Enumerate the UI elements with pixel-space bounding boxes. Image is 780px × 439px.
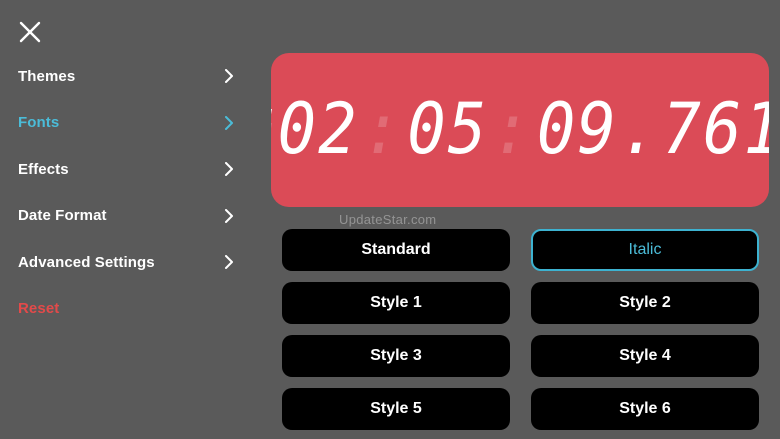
- clock-minutes: 05: [407, 89, 489, 171]
- menu-item-date-format[interactable]: Date Format: [0, 193, 250, 240]
- chevron-right-icon: [225, 162, 233, 177]
- font-options: Standard Italic Style 1 Style 2 Style 3 …: [282, 229, 759, 430]
- chevron-right-icon: [225, 69, 233, 84]
- clock-hours: 02: [277, 89, 359, 171]
- menu-item-themes[interactable]: Themes: [0, 53, 250, 100]
- colon-separator: :: [492, 89, 533, 171]
- reset-label: Reset: [18, 300, 60, 318]
- font-option-style-1[interactable]: Style 1: [282, 282, 510, 324]
- font-option-style-4[interactable]: Style 4: [531, 335, 759, 377]
- menu-item-fonts[interactable]: Fonts: [0, 100, 250, 147]
- colon-separator: :: [362, 89, 404, 171]
- watermark: UpdateStar.com: [339, 212, 437, 227]
- font-option-italic[interactable]: Italic: [531, 229, 759, 271]
- menu-item-reset[interactable]: Reset: [0, 286, 250, 333]
- chevron-right-icon: [225, 255, 233, 270]
- am-indicator: AM: [271, 109, 272, 123]
- clock-milliseconds: 761: [662, 89, 769, 171]
- menu-item-label: Advanced Settings: [18, 253, 155, 271]
- clock-digits: 02:05:09.761: [278, 89, 769, 170]
- font-option-standard[interactable]: Standard: [282, 229, 510, 271]
- clock-seconds: 09: [536, 89, 618, 171]
- menu-item-label: Effects: [18, 160, 69, 178]
- menu-item-effects[interactable]: Effects: [0, 146, 250, 193]
- font-option-style-6[interactable]: Style 6: [531, 388, 759, 430]
- font-option-style-5[interactable]: Style 5: [282, 388, 510, 430]
- close-icon: [19, 21, 41, 43]
- am-pm-indicator: AM PM: [271, 109, 272, 137]
- menu-item-label: Themes: [18, 67, 76, 85]
- font-option-style-3[interactable]: Style 3: [282, 335, 510, 377]
- settings-menu: Themes Fonts Effects Date Format Advance…: [0, 53, 250, 332]
- menu-item-advanced-settings[interactable]: Advanced Settings: [0, 239, 250, 286]
- pm-indicator: PM: [271, 123, 272, 137]
- decimal-point: .: [619, 89, 661, 171]
- menu-item-label: Date Format: [18, 207, 107, 225]
- chevron-right-icon: [225, 208, 233, 223]
- font-option-style-2[interactable]: Style 2: [531, 282, 759, 324]
- close-button[interactable]: [18, 20, 42, 44]
- clock-preview: AM PM 02:05:09.761: [271, 53, 769, 207]
- chevron-right-icon: [225, 115, 233, 130]
- menu-item-label: Fonts: [18, 114, 60, 132]
